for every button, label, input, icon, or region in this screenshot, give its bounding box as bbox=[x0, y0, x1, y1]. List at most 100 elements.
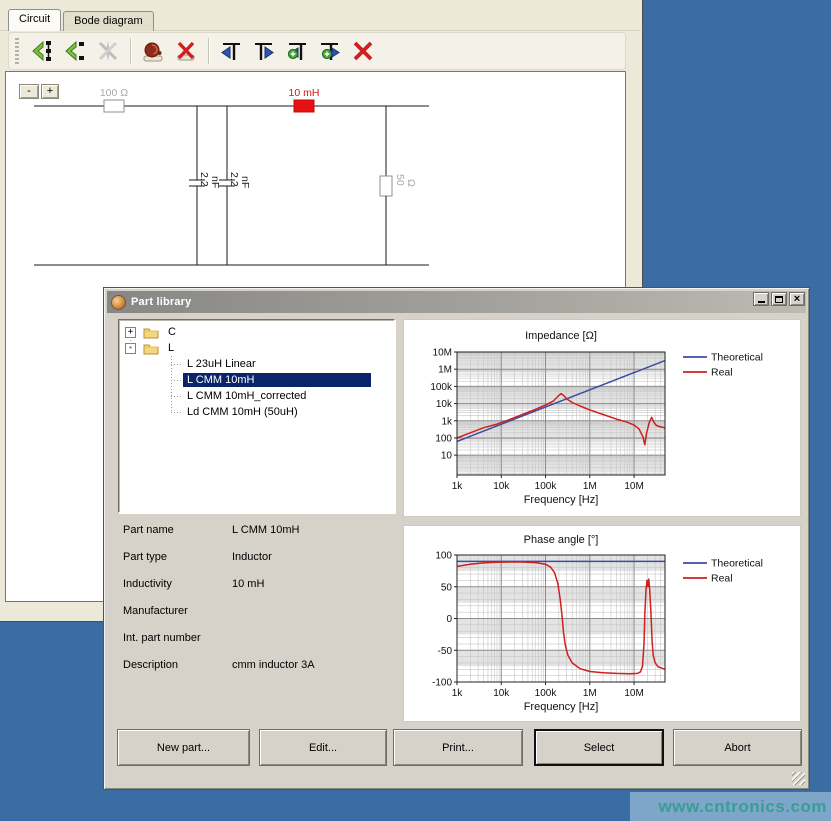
svg-text:10k: 10k bbox=[436, 399, 453, 410]
svg-text:Phase angle [°]: Phase angle [°] bbox=[524, 534, 599, 546]
add-probe-left-icon[interactable] bbox=[283, 37, 311, 65]
inductor-10mh-selected[interactable] bbox=[294, 100, 314, 112]
tree-guide-stub bbox=[171, 396, 183, 397]
part-tree[interactable]: +C-LL 23uH Linear L CMM 10mH L CMM 10mH_co… bbox=[118, 319, 395, 513]
insert-component-before-icon[interactable] bbox=[28, 37, 56, 65]
svg-text:1M: 1M bbox=[438, 365, 452, 376]
phase-chart: 100500-50-1001k10k100k1M10MPhase angle [… bbox=[404, 526, 802, 723]
svg-text:10k: 10k bbox=[493, 688, 510, 699]
svg-text:100k: 100k bbox=[535, 481, 558, 492]
svg-text:10M: 10M bbox=[624, 481, 643, 492]
svg-text:1k: 1k bbox=[441, 416, 453, 427]
minimize-button[interactable] bbox=[753, 292, 769, 306]
l1-label: 10 mH bbox=[289, 87, 320, 99]
r2-label: Ω bbox=[405, 179, 417, 187]
c1-label: nF bbox=[209, 176, 221, 188]
r1-label: 100 Ω bbox=[100, 87, 128, 99]
detail-label: Part type bbox=[123, 551, 232, 563]
svg-text:-100: -100 bbox=[432, 678, 452, 689]
insert-component-after-icon[interactable] bbox=[61, 37, 89, 65]
tree-item-label: L 23uH Linear bbox=[183, 357, 260, 371]
minimize-icon bbox=[758, 301, 765, 303]
toolbar-separator bbox=[208, 38, 209, 64]
detail-label: Description bbox=[123, 659, 232, 671]
toolbar-separator bbox=[130, 38, 131, 64]
tree-item-label: L CMM 10mH_corrected bbox=[183, 389, 310, 403]
tree-item-label: Ld CMM 10mH (50uH) bbox=[183, 405, 302, 419]
svg-text:0: 0 bbox=[446, 614, 452, 625]
tree-folder-l[interactable]: -L bbox=[119, 340, 394, 356]
svg-text:Frequency [Hz]: Frequency [Hz] bbox=[524, 701, 599, 713]
phase-chart-panel: 100500-50-1001k10k100k1M10MPhase angle [… bbox=[403, 525, 801, 722]
close-button[interactable]: × bbox=[789, 292, 805, 306]
tree-item-l-23uh-linear[interactable]: L 23uH Linear bbox=[119, 356, 394, 372]
delete-part-icon[interactable] bbox=[172, 37, 200, 65]
toolbar bbox=[8, 32, 626, 70]
svg-text:Frequency [Hz]: Frequency [Hz] bbox=[524, 494, 599, 506]
tree-item-l-cmm-10mh-corrected[interactable]: L CMM 10mH_corrected bbox=[119, 388, 394, 404]
dialog-titlebar[interactable]: Part library bbox=[107, 291, 806, 313]
svg-text:1k: 1k bbox=[452, 481, 464, 492]
probe-right-icon[interactable] bbox=[250, 37, 278, 65]
edit-button[interactable]: Edit... bbox=[259, 729, 387, 766]
tree-folder-c[interactable]: +C bbox=[119, 324, 394, 340]
tab-strip: Circuit Bode diagram bbox=[8, 6, 156, 31]
probe-left-icon[interactable] bbox=[217, 37, 245, 65]
svg-text:1M: 1M bbox=[583, 688, 597, 699]
resize-grip[interactable] bbox=[792, 772, 805, 785]
svg-text:1k: 1k bbox=[452, 688, 464, 699]
detail-row: Descriptioncmm inductor 3A bbox=[123, 659, 395, 686]
svg-text:Real: Real bbox=[711, 367, 733, 379]
detail-label: Part name bbox=[123, 524, 232, 536]
c1-label: 2.2 bbox=[198, 172, 210, 187]
svg-text:100k: 100k bbox=[535, 688, 558, 699]
tree-guide-stub bbox=[171, 412, 183, 413]
detail-row: Part nameL CMM 10mH bbox=[123, 524, 395, 551]
cut-disabled-icon[interactable] bbox=[94, 37, 122, 65]
impedance-chart: 10M1M100k10k1k100101k10k100k1M10MImpedan… bbox=[404, 320, 802, 518]
watermark-text: www.cntronics.com bbox=[659, 797, 827, 817]
svg-text:10k: 10k bbox=[493, 481, 510, 492]
folder-icon bbox=[143, 342, 159, 355]
svg-text:100: 100 bbox=[435, 551, 452, 562]
tree-guide-line bbox=[130, 337, 131, 348]
abort-button[interactable]: Abort bbox=[673, 729, 802, 766]
part-library-dialog: Part library × +C-LL 23uH Linear L CMM 10… bbox=[103, 287, 810, 790]
load-part-icon[interactable] bbox=[139, 37, 167, 65]
resistor-100ohm[interactable] bbox=[104, 100, 124, 112]
print-button[interactable]: Print... bbox=[393, 729, 523, 766]
tree-item-label: L CMM 10mH bbox=[183, 373, 371, 387]
detail-row: Part typeInductor bbox=[123, 551, 395, 578]
svg-text:10M: 10M bbox=[624, 688, 643, 699]
select-button[interactable]: Select bbox=[534, 729, 664, 766]
tab-bode-diagram[interactable]: Bode diagram bbox=[63, 11, 154, 31]
svg-text:100: 100 bbox=[435, 433, 452, 444]
svg-text:10M: 10M bbox=[433, 348, 452, 359]
svg-text:Real: Real bbox=[711, 573, 733, 585]
detail-row: Inductivity10 mH bbox=[123, 578, 395, 605]
svg-text:Theoretical: Theoretical bbox=[711, 558, 763, 570]
detail-value: Inductor bbox=[232, 551, 395, 563]
maximize-button[interactable] bbox=[771, 292, 787, 306]
folder-icon bbox=[143, 326, 159, 339]
detail-row: Int. part number bbox=[123, 632, 395, 659]
c2-label: 2.2 bbox=[228, 172, 240, 187]
detail-label: Manufacturer bbox=[123, 605, 232, 617]
delete-probe-icon[interactable] bbox=[349, 37, 377, 65]
svg-text:50: 50 bbox=[441, 582, 453, 593]
resistor-50ohm[interactable] bbox=[380, 176, 392, 196]
add-probe-right-icon[interactable] bbox=[316, 37, 344, 65]
tab-circuit[interactable]: Circuit bbox=[8, 9, 61, 31]
detail-label: Int. part number bbox=[123, 632, 232, 644]
window-controls: × bbox=[753, 292, 805, 306]
expand-icon[interactable]: + bbox=[125, 327, 136, 338]
tree-item-l-cmm-10mh[interactable]: L CMM 10mH bbox=[119, 372, 394, 388]
detail-value: cmm inductor 3A bbox=[232, 659, 395, 671]
tree-item-ld-cmm-10mh-50uh-[interactable]: Ld CMM 10mH (50uH) bbox=[119, 404, 394, 420]
toolbar-gripper[interactable] bbox=[15, 38, 19, 64]
detail-label: Inductivity bbox=[123, 578, 232, 590]
detail-row: Manufacturer bbox=[123, 605, 395, 632]
tree-guide-line bbox=[171, 356, 172, 412]
maximize-icon bbox=[775, 296, 783, 303]
new-part-button[interactable]: New part... bbox=[117, 729, 250, 766]
